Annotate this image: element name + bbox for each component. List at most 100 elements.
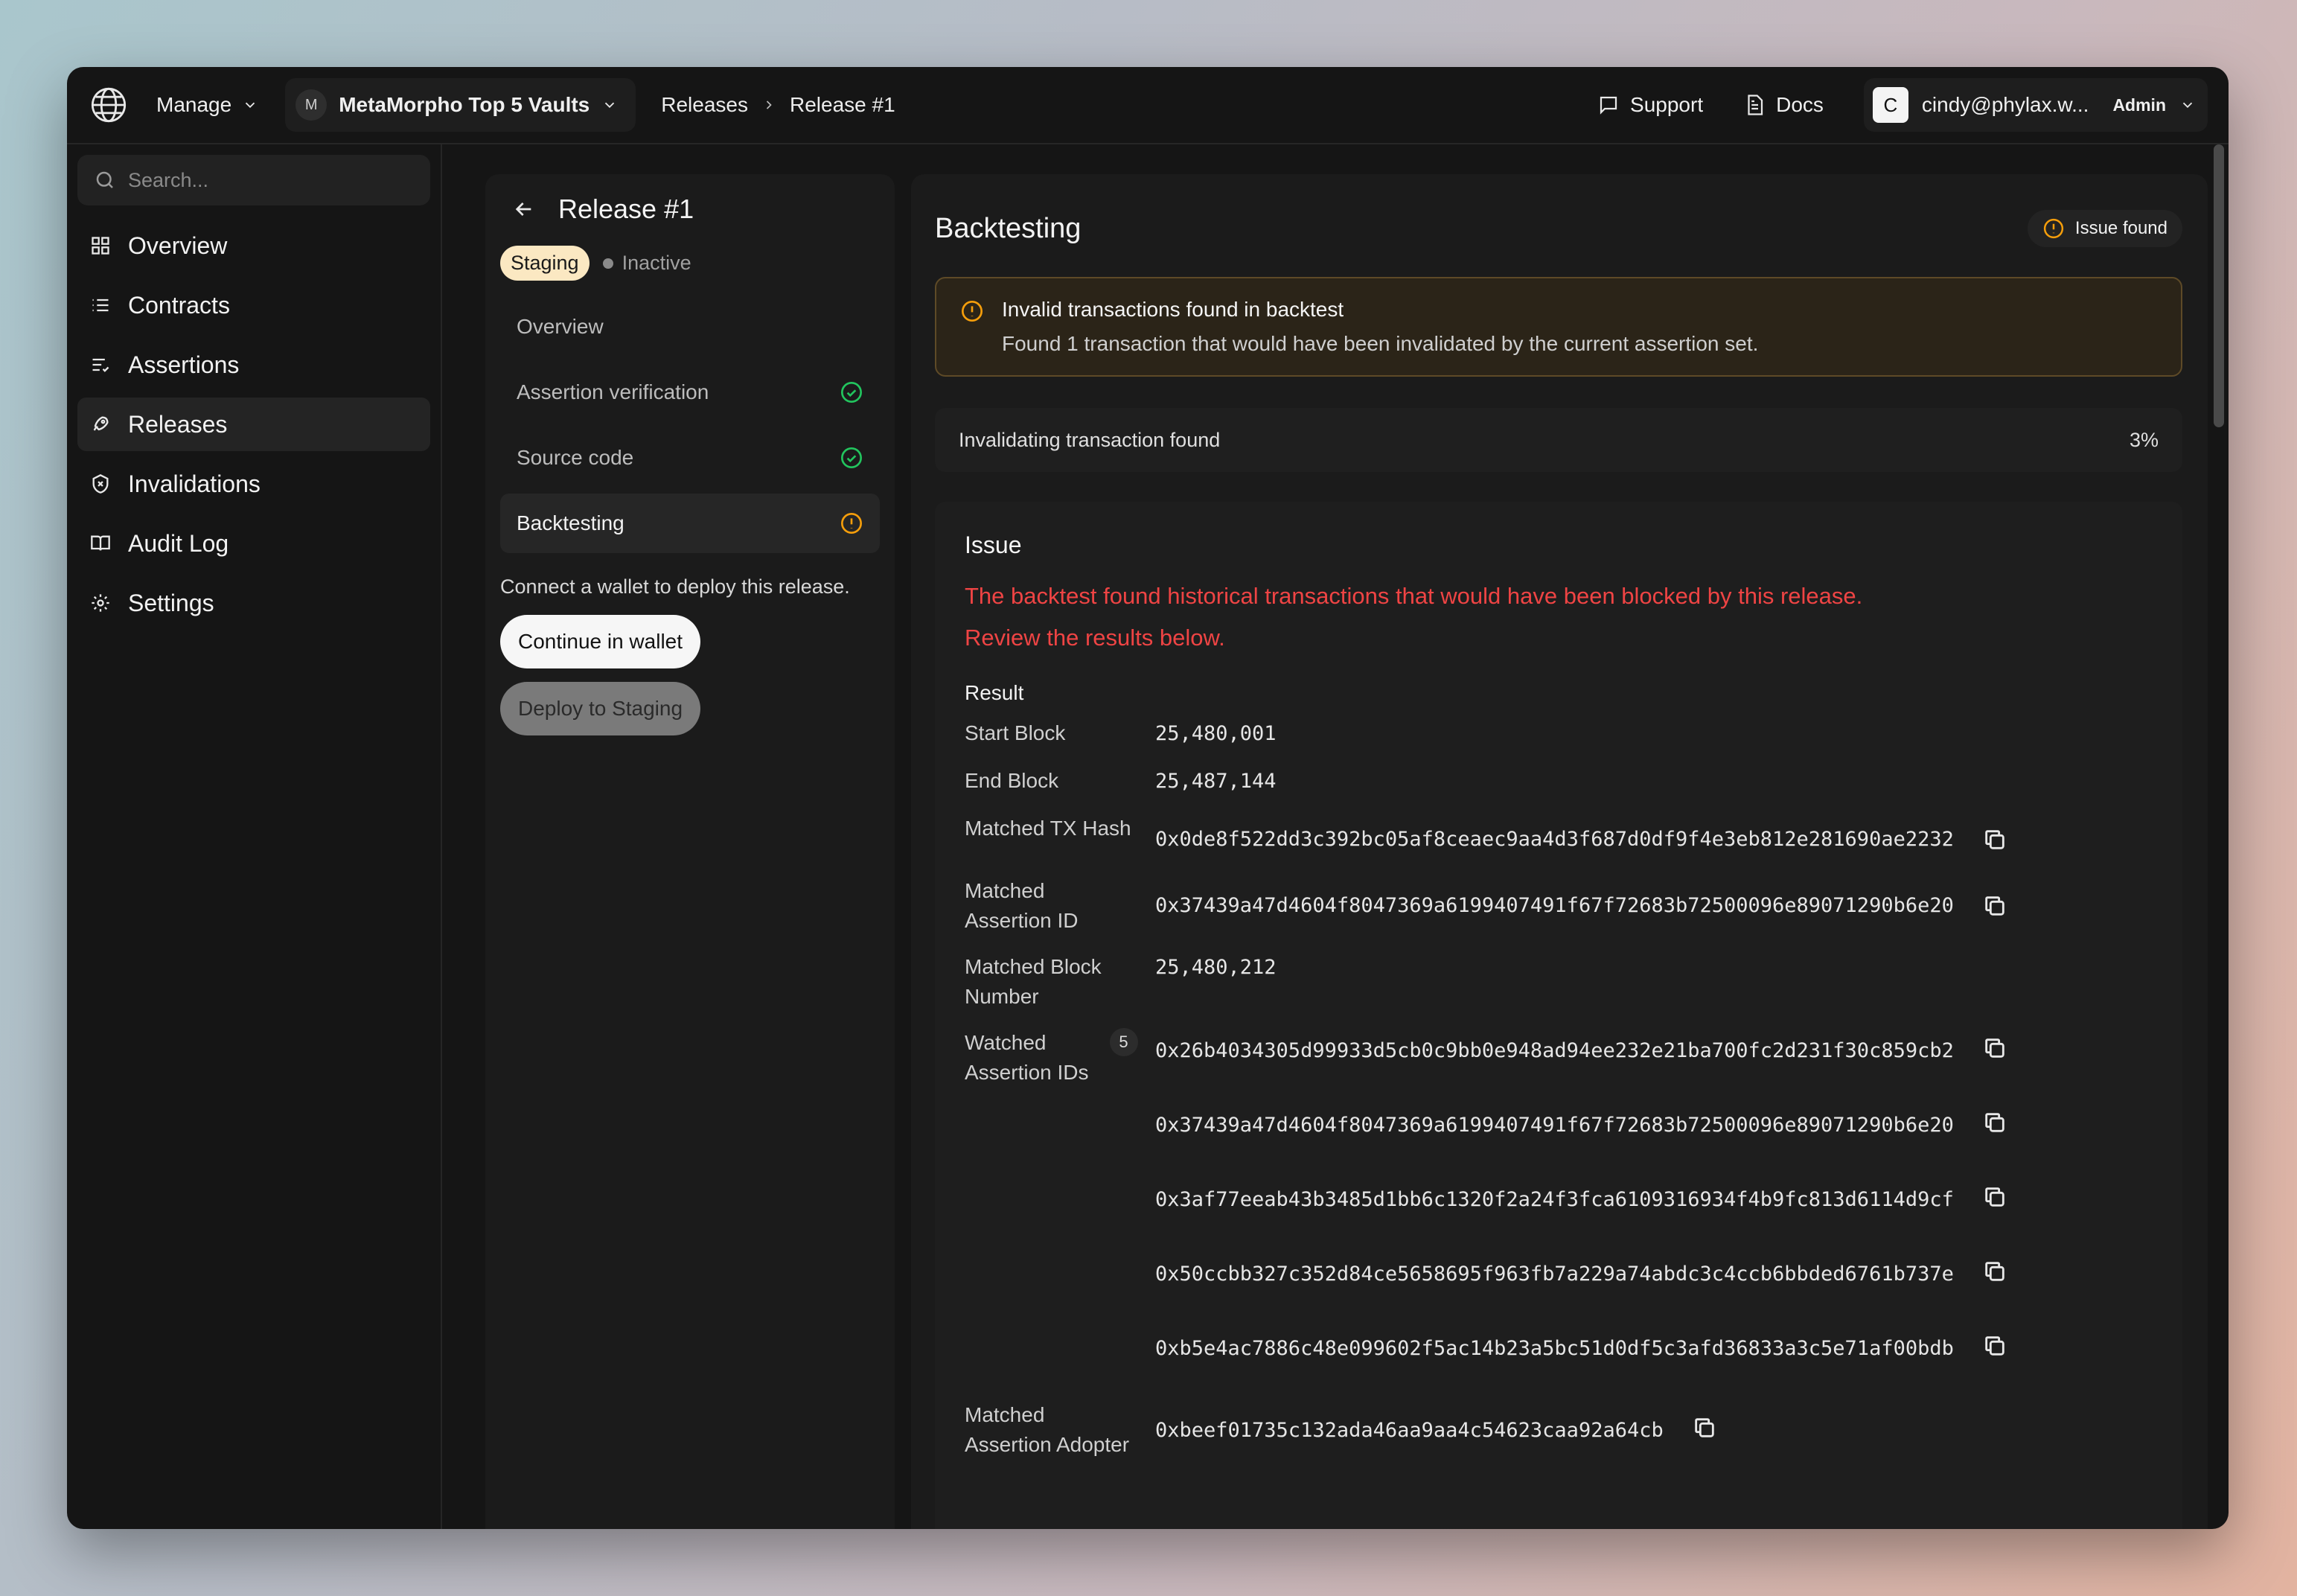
step-backtesting[interactable]: Backtesting	[500, 494, 880, 553]
gear-icon	[89, 592, 112, 614]
search-input[interactable]: Search...	[128, 169, 208, 192]
warning-alert: Invalid transactions found in backtest F…	[935, 277, 2182, 377]
assertion-id-row: Matched Assertion ID 0x37439a47d4604f804…	[965, 876, 2153, 936]
sidebar: Search... Overview Contracts Assertions …	[67, 144, 442, 1529]
assertion-id-value: 0x37439a47d4604f8047369a6199407491f67f72…	[1155, 894, 1954, 917]
page-title: Backtesting	[935, 212, 1082, 244]
block-number-row: Matched Block Number 25,480,212	[965, 952, 2153, 1012]
step-source-code[interactable]: Source code	[500, 428, 880, 488]
search-icon	[96, 171, 113, 188]
copy-icon[interactable]	[1982, 893, 2007, 919]
release-panel: Release #1 Staging Inactive Overview Ass…	[485, 174, 895, 1529]
progress-value: 3%	[2129, 428, 2159, 451]
copy-icon[interactable]	[1692, 1415, 1717, 1440]
status-badge-label: Issue found	[2074, 218, 2167, 238]
issue-section: Issue The backtest found historical tran…	[935, 502, 2182, 1529]
status-dot	[602, 258, 613, 269]
copy-icon[interactable]	[1982, 1184, 2007, 1210]
adopter-value: 0xbeef01735c132ada46aa9aa4c54623caa92a64…	[1155, 1419, 1664, 1442]
sidebar-item-overview[interactable]: Overview	[77, 219, 430, 272]
alert-circle-icon	[962, 301, 983, 322]
support-link[interactable]: Support	[1597, 93, 1703, 117]
sidebar-item-label: Audit Log	[128, 529, 229, 557]
progress-label: Invalidating transaction found	[959, 428, 1221, 451]
label-line: Assertion ID	[965, 909, 1079, 932]
state-label: Inactive	[622, 252, 691, 274]
project-selector[interactable]: M MetaMorpho Top 5 Vaults	[285, 78, 636, 132]
step-label: Assertion verification	[517, 380, 709, 403]
list-check-icon	[89, 354, 112, 376]
issue-description: The backtest found historical transactio…	[965, 575, 2153, 659]
copy-icon[interactable]	[1982, 1110, 2007, 1135]
step-assertion-verification[interactable]: Assertion verification	[500, 363, 880, 422]
copy-icon[interactable]	[1982, 1333, 2007, 1359]
sidebar-item-releases[interactable]: Releases	[77, 398, 430, 451]
continue-in-wallet-button[interactable]: Continue in wallet	[500, 615, 701, 668]
step-label: Source code	[517, 446, 634, 469]
breadcrumb-releases[interactable]: Releases	[661, 93, 748, 117]
top-bar: Manage M MetaMorpho Top 5 Vaults Release…	[67, 67, 2229, 144]
copy-icon[interactable]	[1982, 1259, 2007, 1284]
sidebar-item-label: Invalidations	[128, 470, 261, 497]
chevron-down-icon	[605, 102, 615, 109]
rocket-icon	[89, 413, 112, 435]
list-item: 0x26b4034305d99933d5cb0c9bb0e948ad94ee23…	[1155, 1035, 2007, 1110]
file-text-icon	[1748, 95, 1763, 115]
copy-icon[interactable]	[1982, 827, 2007, 852]
sidebar-item-invalidations[interactable]: Invalidations	[77, 457, 430, 511]
sidebar-item-assertions[interactable]: Assertions	[77, 338, 430, 392]
label-line: Assertion Adopter	[965, 1433, 1130, 1456]
message-square-icon	[1600, 96, 1617, 115]
tx-hash-value-row: 0x0de8f522dd3c392bc05af8ceaec9aa4d3f687d…	[1155, 824, 2007, 855]
user-menu[interactable]: C cindy@phylax.w... Admin	[1863, 78, 2208, 132]
alert-circle-icon	[2043, 218, 2064, 239]
arrow-left-icon[interactable]	[512, 197, 536, 221]
manage-menu[interactable]: Manage	[156, 93, 258, 117]
grid-icon	[89, 234, 112, 257]
copy-icon[interactable]	[1982, 1035, 2007, 1061]
chevron-down-icon	[2182, 102, 2193, 109]
app-window: Manage M MetaMorpho Top 5 Vaults Release…	[67, 67, 2229, 1529]
watched-id-value: 0x26b4034305d99933d5cb0c9bb0e948ad94ee23…	[1155, 1039, 1954, 1062]
watched-id-value: 0x37439a47d4604f8047369a6199407491f67f72…	[1155, 1114, 1954, 1137]
end-block-row: End Block 25,487,144	[965, 766, 2153, 797]
watched-id-value: 0x3af77eeab43b3485d1bb6c1320f2a24f3fca61…	[1155, 1188, 1954, 1211]
manage-label: Manage	[156, 93, 232, 116]
sidebar-item-contracts[interactable]: Contracts	[77, 278, 430, 332]
alert-text: Found 1 transaction that would have been…	[1002, 332, 1759, 355]
status-badge: Issue found	[2027, 210, 2182, 247]
start-block-label: Start Block	[965, 721, 1066, 744]
watched-ids-label: Watched Assertion IDs 5	[965, 1028, 1155, 1400]
list-item: 0xb5e4ac7886c48e099602f5ac14b23a5bc51d0d…	[1155, 1333, 2007, 1400]
list-item: 0x37439a47d4604f8047369a6199407491f67f72…	[1155, 1110, 2007, 1184]
label-line: Watched	[965, 1031, 1047, 1054]
deploy-to-staging-button[interactable]: Deploy to Staging	[500, 682, 701, 735]
watched-ids-row: Watched Assertion IDs 5 0x26b4034305d999…	[965, 1028, 2153, 1400]
docs-label: Docs	[1776, 93, 1824, 116]
scrollbar[interactable]	[2214, 144, 2224, 427]
environment-badge: Staging	[500, 246, 590, 281]
adopter-value-row: 0xbeef01735c132ada46aa9aa4c54623caa92a64…	[1155, 1415, 1717, 1460]
watched-ids-list: 0x26b4034305d99933d5cb0c9bb0e948ad94ee23…	[1155, 1035, 2007, 1400]
user-email: cindy@phylax.w...	[1921, 93, 2089, 116]
list-item: 0x50ccbb327c352d84ce5658695f963fb7a229a7…	[1155, 1259, 2007, 1333]
issue-line-1: The backtest found historical transactio…	[965, 583, 1863, 609]
project-name: MetaMorpho Top 5 Vaults	[339, 93, 590, 116]
search-box[interactable]: Search...	[77, 155, 430, 205]
label-line: Number	[965, 985, 1039, 1008]
docs-link[interactable]: Docs	[1743, 93, 1824, 117]
alert-title: Invalid transactions found in backtest	[1002, 298, 1344, 321]
issue-line-2: Review the results below.	[965, 625, 1225, 651]
step-overview[interactable]: Overview	[500, 297, 880, 357]
sidebar-item-label: Assertions	[128, 351, 240, 378]
backtesting-header: Backtesting Issue found	[935, 210, 2182, 247]
sidebar-item-settings[interactable]: Settings	[77, 576, 430, 630]
globe-logo-icon[interactable]	[88, 84, 130, 126]
label-line: Assertion IDs	[965, 1061, 1089, 1084]
sidebar-item-audit-log[interactable]: Audit Log	[77, 517, 430, 570]
support-label: Support	[1630, 93, 1704, 116]
list-item: 0x3af77eeab43b3485d1bb6c1320f2a24f3fca61…	[1155, 1184, 2007, 1259]
assertion-id-label: Matched Assertion ID	[965, 876, 1155, 936]
shield-x-icon	[89, 473, 112, 495]
state-indicator: Inactive	[602, 252, 691, 275]
